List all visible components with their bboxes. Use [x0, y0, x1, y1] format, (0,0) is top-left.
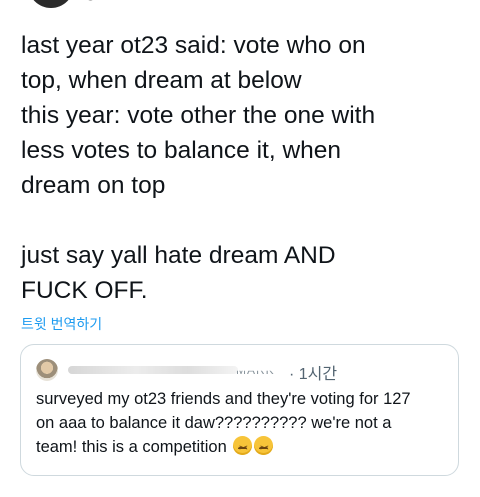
quote-header: MARK · 1시간	[36, 359, 446, 384]
quote-text: surveyed my ot23 friends and they're vot…	[36, 390, 411, 456]
confounded-face-icon	[254, 436, 274, 461]
tweet-text: last year ot23 said: vote who on top, wh…	[21, 32, 376, 304]
confounded-face-icon	[233, 436, 253, 461]
quote-avatar[interactable]	[36, 359, 58, 381]
quote-body: surveyed my ot23 friends and they're vot…	[36, 387, 448, 461]
quote-tweet-card[interactable]: MARK · 1시간 surveyed my ot23 friends and …	[20, 344, 459, 476]
author-avatar[interactable]	[28, 0, 74, 8]
translate-tweet-link[interactable]: 트윗 번역하기	[21, 314, 102, 334]
quote-time[interactable]: · 1시간	[289, 360, 337, 384]
quote-name-redacted	[68, 366, 238, 374]
quote-handle: MARK	[236, 363, 275, 377]
author-meta-dot	[88, 0, 93, 1]
